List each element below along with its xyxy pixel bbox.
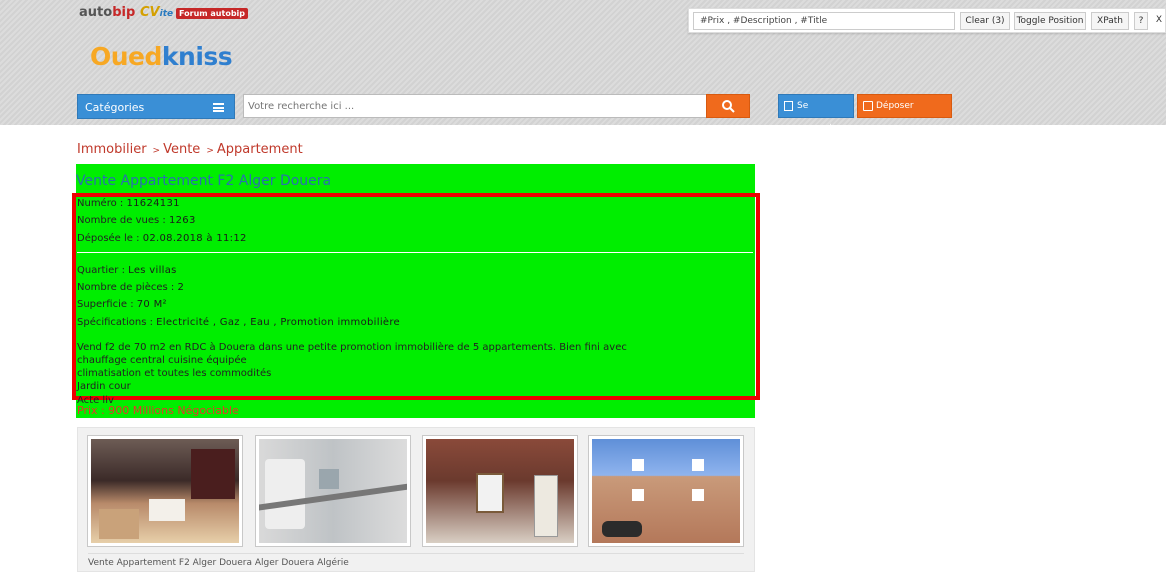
- breadcrumb-separator: >: [152, 146, 161, 156]
- breadcrumb: Immobilier > Vente > Appartement: [77, 142, 303, 157]
- login-icon: [784, 101, 793, 111]
- photo-thumbnail-entrance[interactable]: [422, 435, 578, 547]
- bathroom-photo: [259, 439, 407, 543]
- xpath-button[interactable]: XPath: [1091, 12, 1129, 30]
- caption-divider: [88, 553, 744, 554]
- categories-button[interactable]: Catégories: [77, 94, 235, 119]
- ad-price: Prix : 900 Millions Négociable: [77, 404, 239, 417]
- selection-highlight-box: [72, 193, 760, 400]
- photo-gallery: Vente Appartement F2 Alger Douera Alger …: [77, 427, 755, 572]
- kitchen-photo: [91, 439, 239, 543]
- building-facade-photo: [592, 439, 740, 543]
- gallery-caption: Vente Appartement F2 Alger Douera Alger …: [88, 558, 349, 568]
- ad-title: Vente Appartement F2 Alger Douera: [76, 173, 332, 189]
- clear-button[interactable]: Clear (3): [960, 12, 1010, 30]
- photo-thumbnail-facade[interactable]: [588, 435, 744, 547]
- breadcrumb-vente[interactable]: Vente: [163, 142, 200, 157]
- help-button[interactable]: ?: [1134, 12, 1148, 30]
- cvite-logo-part1: CV: [140, 5, 160, 20]
- autobip-logo[interactable]: autobip: [79, 5, 135, 20]
- search-icon: [722, 100, 735, 113]
- post-ad-icon: [863, 101, 873, 111]
- autobip-logo-part2: bip: [112, 5, 136, 20]
- categories-label: Catégories: [85, 101, 145, 114]
- menu-icon: [213, 103, 224, 112]
- close-button[interactable]: X: [1152, 12, 1166, 30]
- breadcrumb-separator: >: [206, 146, 214, 156]
- login-label: Se connecter: [797, 101, 843, 133]
- logo-part1: Oued: [90, 42, 162, 71]
- toggle-position-button[interactable]: Toggle Position: [1014, 12, 1086, 30]
- photo-thumbnail-kitchen[interactable]: [87, 435, 243, 547]
- entrance-door-photo: [426, 439, 574, 543]
- breadcrumb-appartement[interactable]: Appartement: [217, 142, 303, 157]
- selector-input[interactable]: [693, 12, 955, 30]
- login-button[interactable]: Se connecter: [778, 94, 854, 133]
- autobip-logo-part1: auto: [79, 5, 113, 20]
- breadcrumb-immobilier[interactable]: Immobilier: [77, 142, 147, 157]
- post-ad-label: Déposer annonce: [876, 101, 915, 133]
- ouedkniss-logo[interactable]: Ouedkniss: [90, 42, 233, 71]
- xpath-toolbar: Clear (3) Toggle Position XPath ? X: [688, 8, 1166, 33]
- cvite-logo[interactable]: CVite: [140, 5, 173, 20]
- search-input[interactable]: [243, 94, 707, 118]
- forum-autobip-logo[interactable]: Forum autobip: [176, 8, 249, 19]
- photo-thumbnail-bathroom[interactable]: [255, 435, 411, 547]
- logo-part2: kniss: [161, 42, 233, 71]
- cvite-logo-part2: ite: [159, 9, 174, 19]
- search-button[interactable]: [706, 94, 750, 118]
- post-ad-button[interactable]: Déposer annonce: [857, 94, 952, 133]
